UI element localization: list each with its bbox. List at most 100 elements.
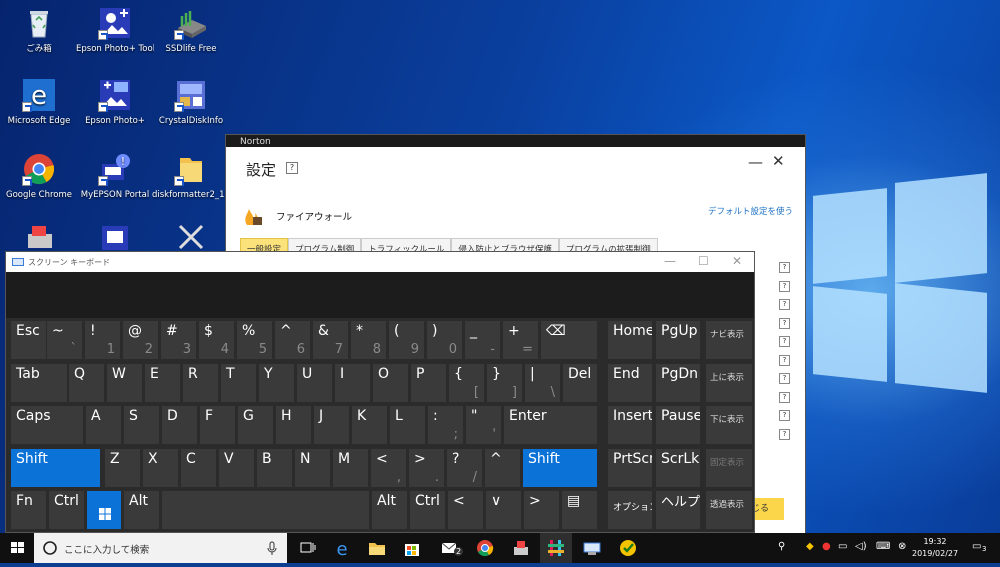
norton-tray-icon[interactable]: ◆ xyxy=(806,541,814,552)
key-semicolon[interactable]: :; xyxy=(427,405,464,445)
key-u[interactable]: U xyxy=(296,363,333,403)
key-right-bracket[interactable]: }] xyxy=(486,363,523,403)
key-quote[interactable]: " ' xyxy=(465,405,502,445)
nav-key[interactable]: 固定表示 xyxy=(705,448,753,488)
key-l[interactable]: L xyxy=(389,405,426,445)
key-2[interactable]: @2 xyxy=(122,320,159,360)
key-f[interactable]: F xyxy=(199,405,236,445)
key-slash[interactable]: ? / xyxy=(446,448,483,488)
antivirus-tray-icon[interactable]: ● xyxy=(822,541,831,552)
key-s[interactable]: S xyxy=(123,405,160,445)
key-q[interactable]: Q xyxy=(68,363,105,403)
nav-key[interactable]: 下に表示 xyxy=(705,405,753,445)
help-icon[interactable]: ? xyxy=(779,280,790,292)
app-tray-icon[interactable]: ▭ xyxy=(838,541,847,552)
key-0[interactable]: ) 0 xyxy=(426,320,463,360)
key-right-shift[interactable]: Shift xyxy=(522,448,598,488)
start-button[interactable] xyxy=(0,533,34,563)
key-4[interactable]: $4 xyxy=(198,320,235,360)
key-m[interactable]: M xyxy=(332,448,369,488)
key-backslash[interactable]: | \ xyxy=(524,363,561,403)
key-left-bracket[interactable]: {[ xyxy=(448,363,485,403)
help-icon[interactable]: ? xyxy=(779,410,790,421)
taskbar-search[interactable]: ここに入力して検索 xyxy=(34,533,287,563)
desktop-icon-epson-photo[interactable]: Epson Photo+ xyxy=(76,78,154,126)
nav-key[interactable]: オプション xyxy=(607,490,653,530)
fax-app-icon[interactable] xyxy=(511,539,531,557)
nav-key[interactable]: Pause xyxy=(655,405,701,445)
key-caps[interactable]: Caps xyxy=(10,405,84,445)
key-backspace[interactable]: ⌫ xyxy=(540,320,598,360)
key-left-arrow[interactable]: < xyxy=(447,490,484,530)
key-5[interactable]: % 5 xyxy=(236,320,273,360)
minimize-button[interactable]: — xyxy=(664,254,676,268)
help-icon[interactable]: ? xyxy=(779,317,790,329)
clock[interactable]: 19:32 2019/02/27 xyxy=(912,536,958,560)
key-comma[interactable]: <, xyxy=(370,448,407,488)
help-icon[interactable]: ? xyxy=(779,354,790,366)
help-icon[interactable]: ? xyxy=(779,299,790,310)
nav-key[interactable]: ScrLk xyxy=(655,448,701,488)
key-g[interactable]: G xyxy=(237,405,274,445)
help-icon[interactable]: ? xyxy=(779,428,790,440)
key-fn[interactable]: Fn xyxy=(10,490,47,530)
key-tab[interactable]: Tab xyxy=(10,363,68,403)
desktop-icon-myepson[interactable]: ! MyEPSON Portal xyxy=(76,152,154,200)
help-icon[interactable]: ? xyxy=(779,373,790,384)
key-i[interactable]: I xyxy=(334,363,371,403)
people-icon[interactable]: ⚲ xyxy=(778,541,785,552)
file-explorer-icon[interactable] xyxy=(367,539,387,557)
key-9[interactable]: (9 xyxy=(388,320,425,360)
desktop-icon-folder[interactable]: diskformatter2_12 xyxy=(152,152,230,200)
help-icon[interactable]: ? xyxy=(286,162,298,174)
key-b[interactable]: B xyxy=(256,448,293,488)
key-windows[interactable] xyxy=(86,490,122,530)
key-y[interactable]: Y xyxy=(258,363,295,403)
norton-icon[interactable] xyxy=(619,539,639,557)
key-enter[interactable]: Enter xyxy=(503,405,598,445)
key-down-arrow[interactable]: ∨ xyxy=(485,490,522,530)
key-r[interactable]: R xyxy=(182,363,219,403)
maximize-button[interactable]: ☐ xyxy=(698,254,709,268)
minimize-button[interactable]: — xyxy=(748,153,763,171)
key-left-alt[interactable]: Alt xyxy=(123,490,160,530)
default-settings-link[interactable]: デフォルト設定を使う xyxy=(708,205,793,217)
task-view-icon[interactable] xyxy=(298,539,318,557)
desktop-icon-recycle-bin[interactable]: ごみ箱 xyxy=(0,6,78,54)
key-menu[interactable]: ▤ xyxy=(561,490,598,530)
key-3[interactable]: #3 xyxy=(160,320,197,360)
nav-key[interactable]: PgUp xyxy=(655,320,701,360)
key-c[interactable]: C xyxy=(180,448,217,488)
key-o[interactable]: O xyxy=(372,363,409,403)
key-period[interactable]: >. xyxy=(408,448,445,488)
search-input[interactable]: ここに入力して検索 xyxy=(64,542,149,556)
nav-key[interactable]: PrtScn xyxy=(607,448,653,488)
key-j[interactable]: J xyxy=(313,405,350,445)
key-x[interactable]: X xyxy=(142,448,179,488)
key-h[interactable]: H xyxy=(275,405,312,445)
nav-key[interactable]: Insert xyxy=(607,405,653,445)
key-right-arrow[interactable]: > xyxy=(523,490,560,530)
help-icon[interactable]: ? xyxy=(779,262,790,273)
desktop-icon-chrome[interactable]: Google Chrome xyxy=(0,152,78,200)
nav-key[interactable]: PgDn xyxy=(655,363,701,403)
desktop-icon-edge[interactable]: e Microsoft Edge xyxy=(0,78,78,126)
key-p[interactable]: P xyxy=(410,363,447,403)
key-7[interactable]: & 7 xyxy=(312,320,349,360)
nav-key[interactable]: End xyxy=(607,363,653,403)
key-right-ctrl[interactable]: Ctrl xyxy=(409,490,446,530)
key-k[interactable]: K xyxy=(351,405,388,445)
key-left-ctrl[interactable]: Ctrl xyxy=(48,490,85,530)
key-n[interactable]: N xyxy=(294,448,331,488)
chrome-icon[interactable] xyxy=(476,539,496,557)
key-del[interactable]: Del xyxy=(562,363,598,403)
nav-key[interactable]: ヘルプ xyxy=(655,490,701,530)
close-tray-icon[interactable]: ⊗ xyxy=(898,541,906,552)
nav-key[interactable]: 上に表示 xyxy=(705,363,753,403)
key-left-shift[interactable]: Shift xyxy=(10,448,101,488)
help-icon[interactable]: ? xyxy=(779,391,790,403)
nav-key[interactable]: 透過表示 xyxy=(705,490,753,530)
mail-icon[interactable]: 2 xyxy=(440,539,464,557)
close-button[interactable]: ✕ xyxy=(772,152,785,170)
desktop-icon-crystaldiskinfo[interactable]: CrystalDiskInfo xyxy=(152,78,230,126)
